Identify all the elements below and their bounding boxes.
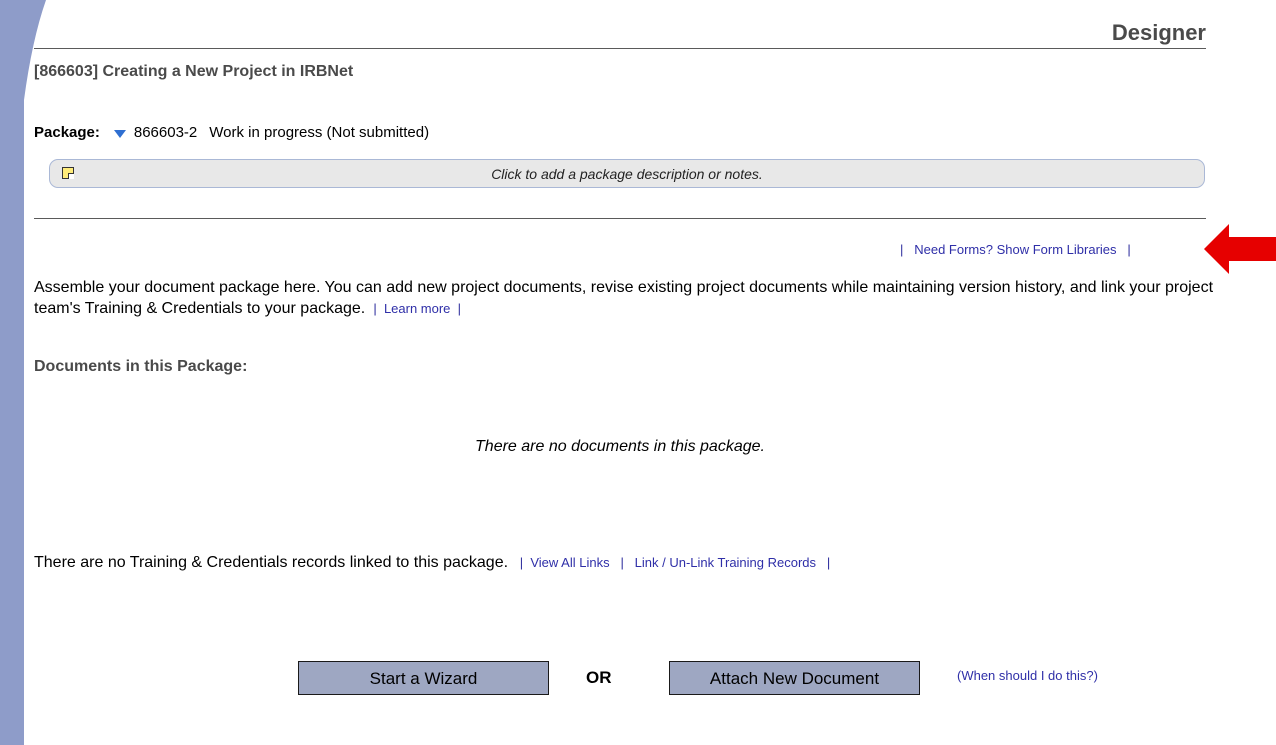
no-training-message: There are no Training & Credentials reco… bbox=[34, 554, 509, 571]
package-label: Package: bbox=[34, 124, 100, 141]
when-should-i-do-this-link[interactable]: (When should I do this?) bbox=[957, 668, 1098, 683]
training-row: There are no Training & Credentials reco… bbox=[34, 554, 830, 572]
assemble-description: Assemble your document package here. You… bbox=[34, 279, 1214, 317]
instructions-text: Assemble your document package here. You… bbox=[34, 277, 1214, 319]
separator: | bbox=[373, 301, 377, 316]
separator: | bbox=[457, 301, 462, 316]
documents-heading: Documents in this Package: bbox=[34, 358, 248, 375]
separator: | bbox=[620, 555, 624, 570]
separator: | bbox=[900, 242, 904, 257]
header-divider bbox=[34, 48, 1206, 49]
start-wizard-button[interactable]: Start a Wizard bbox=[298, 661, 549, 695]
red-arrow-annotation-icon bbox=[1204, 224, 1276, 274]
section-divider bbox=[34, 218, 1206, 219]
package-status: Work in progress (Not submitted) bbox=[209, 124, 430, 141]
or-label: OR bbox=[586, 668, 612, 687]
package-notes-bar[interactable]: Click to add a package description or no… bbox=[49, 159, 1205, 188]
role-title: Designer bbox=[1111, 20, 1206, 45]
no-documents-message: There are no documents in this package. bbox=[475, 438, 765, 455]
package-number[interactable]: 866603-2 bbox=[134, 124, 197, 141]
view-all-links-link[interactable]: View All Links bbox=[530, 555, 609, 570]
separator: | bbox=[1127, 242, 1131, 257]
form-libraries-link-row: | Need Forms? Show Form Libraries | bbox=[900, 242, 1131, 257]
separator: | bbox=[826, 555, 831, 570]
link-unlink-training-link[interactable]: Link / Un-Link Training Records bbox=[635, 555, 816, 570]
learn-more-link[interactable]: Learn more bbox=[384, 301, 450, 316]
separator: | bbox=[519, 555, 524, 570]
show-form-libraries-link[interactable]: Need Forms? Show Form Libraries bbox=[914, 242, 1116, 257]
project-title: [866603] Creating a New Project in IRBNe… bbox=[34, 63, 354, 80]
package-notes-placeholder: Click to add a package description or no… bbox=[491, 166, 763, 182]
attach-new-document-button[interactable]: Attach New Document bbox=[669, 661, 920, 695]
package-dropdown-icon[interactable] bbox=[113, 129, 126, 138]
package-row: Package: 866603-2 Work in progress (Not … bbox=[34, 124, 429, 141]
